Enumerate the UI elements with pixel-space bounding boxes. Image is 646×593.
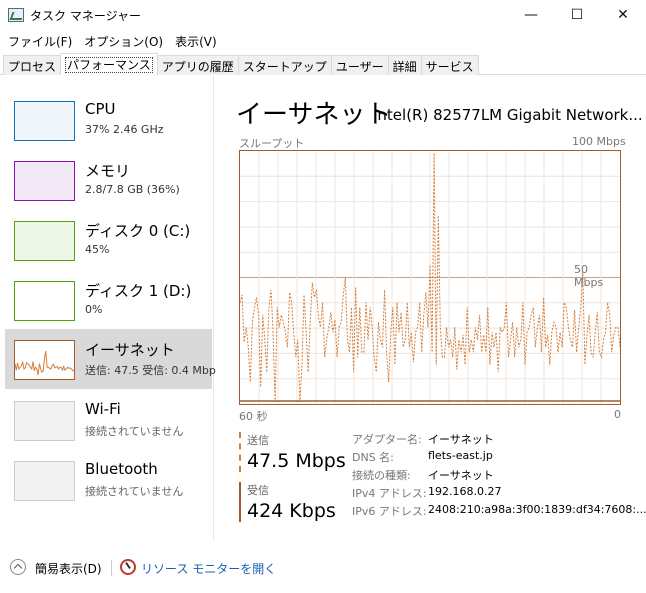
bluetooth-thumbnail-graph (14, 461, 75, 501)
throughput-label: スループット (239, 137, 305, 150)
sidebar-item-disk-1[interactable]: ディスク 1 (D:) 0% (5, 270, 212, 330)
sidebar-item-cpu[interactable]: CPU 37% 2.46 GHz (5, 90, 212, 150)
receive-value: 424 Kbps (247, 500, 336, 522)
menu-file[interactable]: ファイル(F) (6, 30, 78, 52)
sidebar-item-detail: 0% (85, 303, 103, 316)
sidebar-item-detail: 接続されていません (85, 485, 184, 498)
sidebar-item-label: ディスク 0 (C:) (85, 222, 191, 240)
sidebar-item-label: メモリ (85, 162, 131, 180)
prop-dns-value: flets-east.jp (428, 449, 493, 462)
tab-processes[interactable]: プロセス (3, 55, 62, 75)
open-resource-monitor-link[interactable]: リソース モニターを開く (141, 560, 276, 577)
menu-view[interactable]: 表示(V) (173, 30, 223, 52)
fewer-details-button[interactable]: 簡易表示(D) (35, 560, 102, 577)
tab-services[interactable]: サービス (420, 55, 479, 75)
window-title: タスク マネージャー (30, 9, 141, 23)
tab-details[interactable]: 詳細 (387, 55, 422, 75)
close-button[interactable]: ✕ (600, 0, 646, 30)
prop-ipv6-value: 2408:210:a98a:3f00:1839:df34:7608:... (428, 503, 646, 516)
performance-sidebar: CPU 37% 2.46 GHz メモリ 2.8/7.8 GB (36%) ディ… (0, 76, 216, 541)
sidebar-item-label: Bluetooth (85, 460, 158, 478)
sidebar-item-detail: 接続されていません (85, 425, 184, 438)
sidebar-item-detail: 45% (85, 243, 110, 256)
time-span-label: 60 秒 (239, 410, 268, 423)
adapter-name: Intel(R) 82577LM Gigabit Network... (373, 106, 643, 124)
sidebar-item-label: Wi-Fi (85, 400, 121, 418)
tab-bar: プロセス パフォーマンス アプリの履歴 スタートアップ ユーザー 詳細 サービス (0, 53, 646, 75)
sidebar-item-label: CPU (85, 100, 116, 118)
throughput-chart-svg (240, 151, 620, 404)
minimize-button[interactable]: — (508, 0, 554, 30)
page-title: イーサネット (236, 100, 392, 130)
chevron-up-circle-icon[interactable] (10, 559, 26, 575)
cpu-thumbnail-graph (14, 101, 75, 141)
sidebar-item-label: ディスク 1 (D:) (85, 282, 192, 300)
sidebar-item-wifi[interactable]: Wi-Fi 接続されていません (5, 390, 212, 450)
sidebar-item-ethernet[interactable]: イーサネット 送信: 47.5 受信: 0.4 Mbp (5, 329, 216, 389)
ethernet-sparkline (15, 350, 74, 376)
tab-performance[interactable]: パフォーマンス (60, 53, 158, 75)
sidebar-item-detail: 2.8/7.8 GB (36%) (85, 183, 180, 196)
footer-bar: 簡易表示(D) リソース モニターを開く (0, 552, 646, 584)
prop-ipv6-key: IPv6 アドレス: (352, 505, 427, 518)
time-zero-label: 0 (614, 408, 621, 421)
prop-adapter-name-value: イーサネット (428, 433, 494, 446)
receive-legend-bar (239, 482, 241, 522)
footer-divider (111, 560, 112, 576)
prop-connection-type-key: 接続の種類: (352, 469, 411, 482)
receive-label: 受信 (247, 484, 269, 497)
sidebar-item-detail: 37% 2.46 GHz (85, 123, 164, 136)
send-label: 送信 (247, 434, 269, 447)
sidebar-item-bluetooth[interactable]: Bluetooth 接続されていません (5, 450, 212, 510)
ethernet-sparkline-line (15, 350, 74, 376)
chart-max-label: 100 Mbps (572, 135, 626, 148)
sidebar-item-disk-0[interactable]: ディスク 0 (C:) 45% (5, 210, 212, 270)
send-value: 47.5 Mbps (247, 450, 346, 472)
prop-ipv4-value: 192.168.0.27 (428, 485, 502, 498)
sidebar-item-detail: 送信: 47.5 受信: 0.4 Mbp (85, 364, 216, 377)
prop-adapter-name-key: アダプター名: (352, 433, 422, 446)
prop-ipv4-key: IPv4 アドレス: (352, 487, 427, 500)
resource-monitor-icon[interactable] (120, 559, 136, 575)
ethernet-thumbnail-graph (14, 340, 75, 380)
wifi-thumbnail-graph (14, 401, 75, 441)
disk0-thumbnail-graph (14, 221, 75, 261)
send-legend-bar (239, 432, 241, 472)
tab-startup[interactable]: スタートアップ (237, 55, 332, 75)
title-bar: タスク マネージャー — ☐ ✕ (0, 0, 646, 30)
throughput-chart: 50 Mbps (239, 150, 621, 405)
disk1-thumbnail-graph (14, 281, 75, 321)
memory-thumbnail-graph (14, 161, 75, 201)
prop-connection-type-value: イーサネット (428, 469, 494, 482)
menu-options[interactable]: オプション(O) (82, 30, 169, 52)
sidebar-item-memory[interactable]: メモリ 2.8/7.8 GB (36%) (5, 150, 212, 210)
sidebar-item-label: イーサネット (85, 341, 175, 359)
task-manager-icon (8, 8, 24, 22)
prop-dns-key: DNS 名: (352, 451, 394, 464)
tab-app-history[interactable]: アプリの履歴 (156, 55, 239, 75)
maximize-button[interactable]: ☐ (554, 0, 600, 30)
tab-users[interactable]: ユーザー (330, 55, 389, 75)
menu-bar: ファイル(F) オプション(O) 表示(V) (0, 30, 646, 52)
chart-mid-label: 50 Mbps (574, 263, 604, 289)
